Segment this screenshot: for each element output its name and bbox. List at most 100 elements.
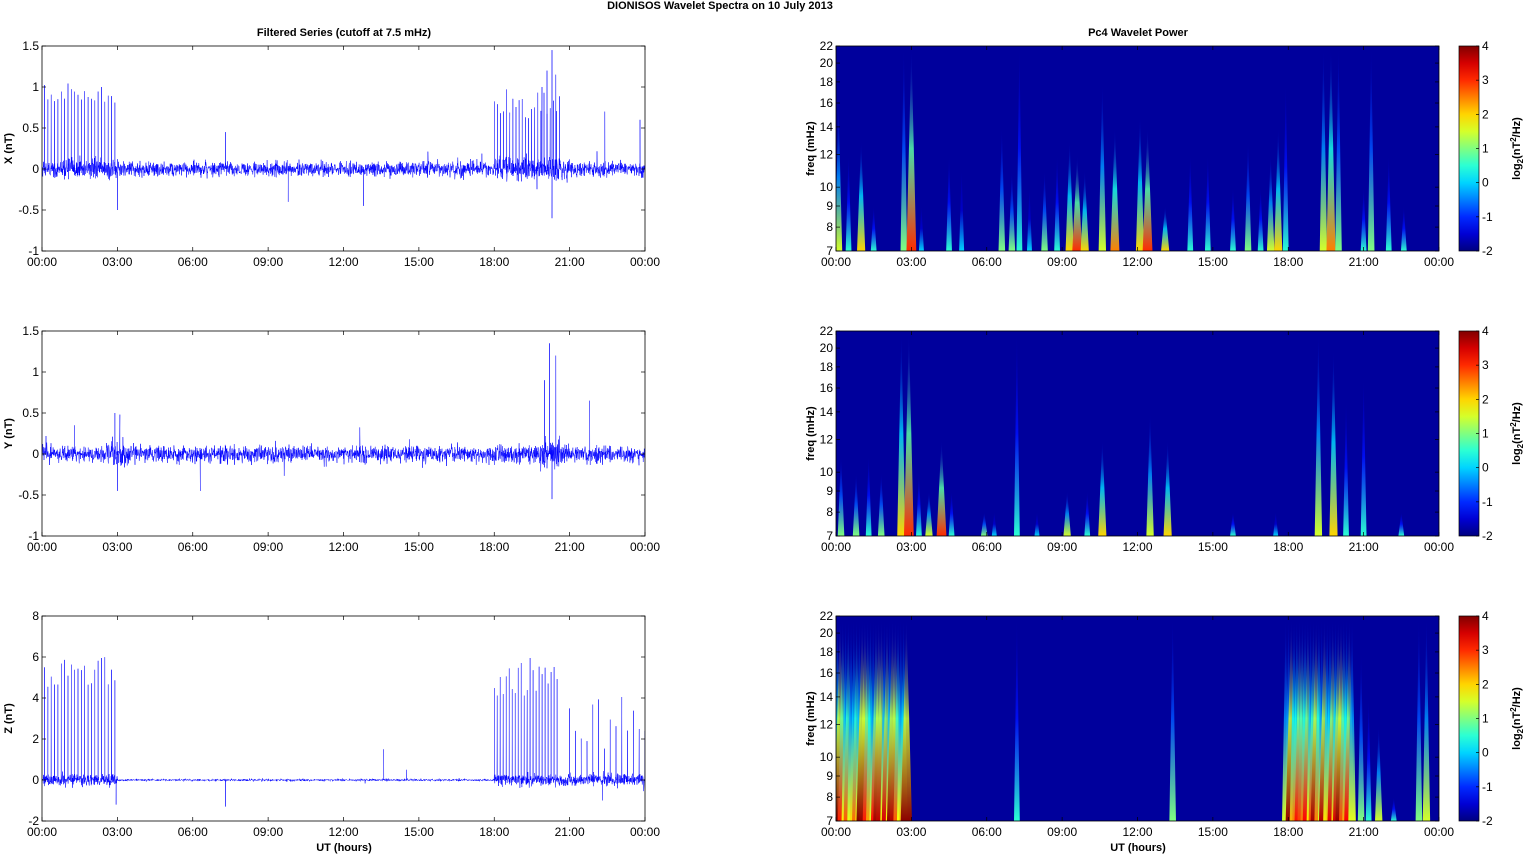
x-tick-label: 15:00 [404,825,434,839]
y-tick-label: 14 [820,405,834,419]
x-tick-label: 06:00 [972,255,1002,269]
wavelet-panel-2: 00:00 03:00 06:00 09:00 12:00 15:00 18:00 21:00… [805,609,1525,839]
heatmap-background [836,331,1439,536]
x-tick-label: 06:00 [178,255,208,269]
x-tick-label: 06:00 [972,540,1002,554]
x-tick-label: 15:00 [1198,825,1228,839]
figure-title: DIONISOS Wavelet Spectra on 10 July 2013 [607,0,833,12]
y-tick-label: 16 [820,666,834,680]
y-tick-label: 1.5 [22,324,39,338]
y-axis-label: freq (mHz) [805,691,817,746]
colorbar-tick-label: 0 [1482,176,1489,190]
y-tick-label: -0.5 [18,203,39,217]
x-tick-label: 21:00 [1349,255,1379,269]
plot-frame [41,45,646,252]
series-line-x [42,50,645,219]
colorbar-tick-label: 0 [1482,746,1489,760]
y-tick-label: 12 [820,148,834,162]
colorbar-tick-label: 1 [1482,712,1489,726]
y-tick-label: 10 [820,750,834,764]
y-tick-label: 16 [820,381,834,395]
x-tick-label: 06:00 [178,540,208,554]
x-tick-label: 18:00 [479,255,509,269]
x-tick-label: 18:00 [479,825,509,839]
y-tick-label: 12 [820,718,834,732]
y-axis-label: Z (nT) [3,703,15,734]
colorbar-tick-label: -1 [1482,495,1493,509]
colorbar-tick-label: -1 [1482,210,1493,224]
x-tick-label: 09:00 [1047,540,1077,554]
x-tick-label: 03:00 [102,825,132,839]
y-tick-label: 22 [820,609,834,623]
y-tick-label: 18 [820,75,834,89]
x-tick-label: 09:00 [1047,255,1077,269]
y-tick-label: 6 [32,650,39,664]
timeseries-panel-x: 00:00 03:00 06:00 09:00 12:00 15:00 18:00 21:00… [3,39,660,269]
y-tick-label: 18 [820,645,834,659]
y-tick-label: -0.5 [18,488,39,502]
series-line-z [42,657,645,807]
x-tick-label: 03:00 [896,825,926,839]
colorbar-tick-label: 3 [1482,643,1489,657]
figure: DIONISOS Wavelet Spectra on 10 July 2013… [3,0,1525,854]
y-tick-label: 1 [32,365,39,379]
y-tick-label: 22 [820,39,834,53]
y-tick-label: 0.5 [22,121,39,135]
y-tick-label: 20 [820,626,834,640]
x-tick-label: 09:00 [253,540,283,554]
x-tick-label: 21:00 [1349,540,1379,554]
x-tick-label: 21:00 [555,255,585,269]
y-tick-label: 9 [826,484,833,498]
y-tick-label: 1 [32,80,39,94]
y-tick-label: 0 [32,162,39,176]
y-tick-label: 8 [826,505,833,519]
colorbar-label: log2(nT2/Hz) [1509,402,1525,465]
x-tick-label: 18:00 [1273,825,1303,839]
x-tick-label: 00:00 [630,825,660,839]
colorbar-tick-label: 4 [1482,39,1489,53]
y-axis-label: freq (mHz) [805,406,817,461]
x-tick-label: 18:00 [1273,255,1303,269]
x-tick-label: 12:00 [1122,825,1152,839]
x-tick-label: 00:00 [630,255,660,269]
y-tick-label: 14 [820,690,834,704]
x-tick-label: 00:00 [1424,255,1454,269]
y-tick-label: 0.5 [22,406,39,420]
colorbar-tick-label: 3 [1482,73,1489,87]
x-tick-label: 15:00 [1198,255,1228,269]
y-axis-label: freq (mHz) [805,121,817,176]
colorbar-tick-label: 2 [1482,107,1489,121]
colorbar-tick-label: 2 [1482,677,1489,691]
x-tick-label: 18:00 [1273,540,1303,554]
x-tick-label: 21:00 [555,540,585,554]
x-tick-label: 15:00 [404,540,434,554]
y-axis-label: X (nT) [3,133,15,164]
series-line-y [42,343,645,500]
heatmap [836,46,1439,251]
y-tick-label: -2 [28,814,39,828]
x-tick-label: 06:00 [972,825,1002,839]
y-tick-label: 8 [32,609,39,623]
y-tick-label: 20 [820,341,834,355]
colorbar-tick-label: 0 [1482,461,1489,475]
timeseries-panel-z: 00:00 03:00 06:00 09:00 12:00 15:00 18:00 21:00… [3,609,660,839]
wavelet-panel-1: 00:00 03:00 06:00 09:00 12:00 15:00 18:00 21:00… [805,324,1525,554]
x-tick-label: 00:00 [630,540,660,554]
colorbar-label: log2(nT2/Hz) [1509,687,1525,750]
x-tick-label: 12:00 [328,825,358,839]
x-tick-label: 00:00 [1424,540,1454,554]
x-tick-label: 03:00 [102,255,132,269]
x-tick-label: 09:00 [253,825,283,839]
colorbar-tick-label: 4 [1482,609,1489,623]
y-tick-label: 10 [820,180,834,194]
x-tick-label: 12:00 [328,255,358,269]
colorbar-tick-label: -2 [1482,244,1493,258]
y-tick-label: 14 [820,120,834,134]
y-tick-label: 18 [820,360,834,374]
colorbar-tick-label: 4 [1482,324,1489,338]
y-tick-label: -1 [28,244,39,258]
wavelet-panel-0: 00:00 03:00 06:00 09:00 12:00 15:00 18:00 21:00… [805,39,1525,269]
x-tick-label: 03:00 [896,540,926,554]
x-tick-label: 03:00 [896,255,926,269]
x-tick-label: 12:00 [328,540,358,554]
